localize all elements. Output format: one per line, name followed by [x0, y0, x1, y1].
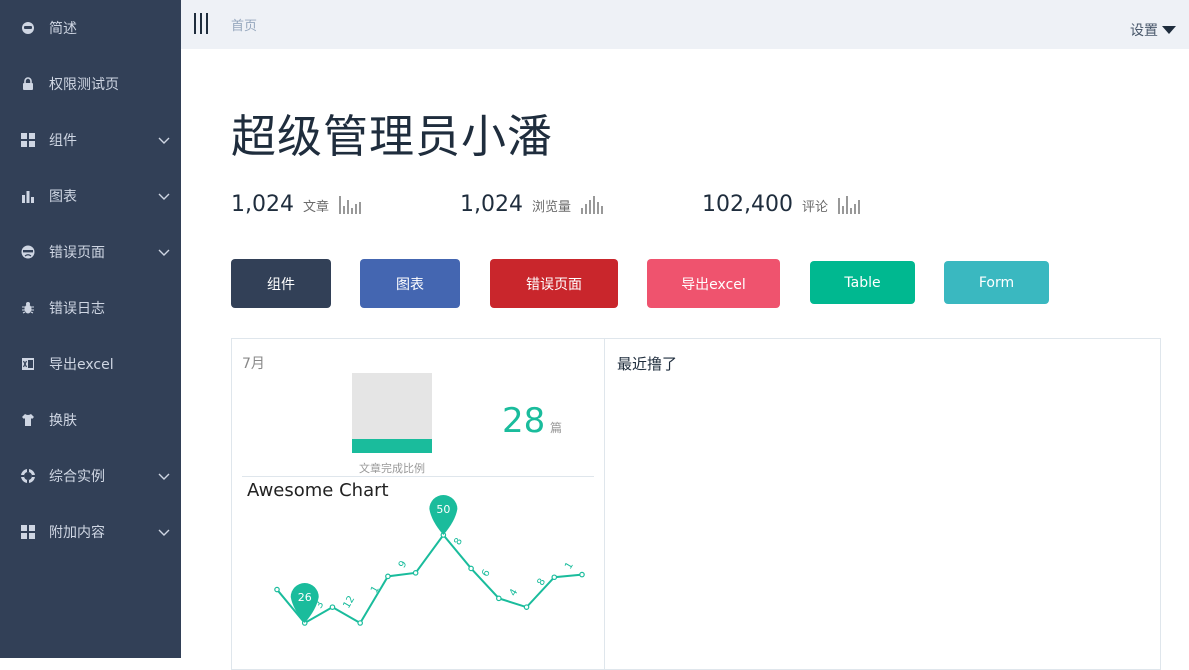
max-marker: 50: [429, 495, 458, 535]
hamburger-menu-icon[interactable]: [193, 13, 211, 35]
mini-bar-chart-icon: [581, 196, 603, 214]
sidebar-item-overview[interactable]: 简述: [0, 0, 181, 56]
sidebar-item-label: 综合实例: [49, 469, 105, 485]
completion-progress: [352, 373, 432, 453]
data-label: 1: [369, 584, 382, 595]
lifebuoy-icon: [21, 469, 35, 483]
mini-bar-chart-icon: [339, 196, 361, 214]
button-label: 组件: [267, 276, 295, 293]
chevron-down-icon: [158, 249, 170, 256]
data-point: [496, 595, 502, 602]
data-point: [357, 620, 363, 626]
recent-title: 最近撸了: [617, 355, 678, 373]
table-button[interactable]: Table: [810, 261, 915, 304]
sidebar-item-examples[interactable]: 综合实例: [0, 448, 181, 504]
completion-progress-fill: [352, 438, 432, 453]
recent-panel: 最近撸了: [604, 338, 1161, 670]
button-label: 图表: [396, 276, 424, 293]
sidebar-item-charts[interactable]: 图表: [0, 168, 181, 224]
data-point: [412, 570, 419, 576]
data-point: [579, 571, 585, 578]
data-label: 6: [480, 568, 493, 579]
bug-icon: [21, 301, 35, 315]
chevron-down-icon: [158, 529, 170, 536]
sidebar-item-error-pages[interactable]: 错误页面: [0, 224, 181, 280]
chevron-down-icon: [158, 137, 170, 144]
marker-label: 26: [298, 591, 312, 604]
data-point: [329, 604, 336, 610]
data-label: 1: [563, 560, 576, 571]
divider: [242, 476, 594, 477]
stat-views: 1,024 浏览量: [460, 192, 603, 217]
sidebar: 简述 权限测试页 组件 图表 错误页面 错误日志 导出excel 换肤 综合实例…: [0, 0, 181, 658]
components-button[interactable]: 组件: [231, 259, 331, 308]
stat-label: 评论: [801, 200, 828, 215]
completion-caption: 文章完成比例: [359, 462, 425, 475]
marker-label: 50: [436, 503, 450, 516]
lock-icon: [21, 77, 35, 91]
error-pages-button[interactable]: 错误页面: [490, 259, 618, 308]
sidebar-item-components[interactable]: 组件: [0, 112, 181, 168]
stat-value: 1,024: [231, 192, 294, 217]
sidebar-item-permission[interactable]: 权限测试页: [0, 56, 181, 112]
grid-icon: [21, 133, 35, 147]
sidebar-item-label: 权限测试页: [49, 77, 119, 93]
button-label: Table: [844, 274, 881, 291]
data-point: [523, 604, 530, 610]
sidebar-item-label: 错误日志: [49, 301, 105, 317]
stat-comments: 102,400 评论: [702, 192, 860, 217]
article-count: 28: [502, 401, 546, 441]
button-label: 导出excel: [681, 276, 746, 293]
summary-panel: 7月 文章完成比例 28 篇 Awesome Chart 26 3 12 1 9 50 8 6…: [231, 338, 605, 670]
sidebar-item-label: 简述: [49, 21, 77, 37]
face-icon: [21, 21, 35, 35]
shirt-icon: [21, 413, 35, 427]
sidebar-item-export-excel[interactable]: 导出excel: [0, 336, 181, 392]
excel-icon: [21, 357, 35, 371]
data-point: [468, 565, 474, 572]
sidebar-item-label: 导出excel: [49, 357, 114, 373]
bar-chart-icon: [21, 189, 35, 203]
sidebar-item-label: 附加内容: [49, 525, 105, 541]
data-label: 4: [508, 587, 521, 598]
form-button[interactable]: Form: [944, 261, 1049, 304]
line-chart: 263 12195086481: [274, 495, 585, 626]
caret-down-icon: [1162, 26, 1176, 34]
sidebar-item-label: 换肤: [49, 413, 77, 429]
grid-icon: [21, 525, 35, 539]
sidebar-item-label: 组件: [49, 133, 77, 149]
stat-label: 文章: [302, 200, 329, 215]
sidebar-item-extras[interactable]: 附加内容: [0, 504, 181, 560]
breadcrumb[interactable]: 首页: [231, 15, 257, 34]
button-label: Form: [978, 274, 1015, 291]
stat-value: 102,400: [702, 192, 793, 217]
top-bar: 首页 设置: [181, 0, 1189, 49]
sidebar-item-theme[interactable]: 换肤: [0, 392, 181, 448]
sidebar-item-error-log[interactable]: 错误日志: [0, 280, 181, 336]
sidebar-item-label: 错误页面: [49, 245, 105, 261]
data-label: 3: [314, 600, 327, 611]
data-label: 8: [452, 536, 465, 547]
settings-dropdown[interactable]: 设置: [1130, 20, 1176, 40]
page-title: 超级管理员小潘: [231, 110, 554, 163]
mini-bar-chart-icon: [838, 196, 860, 214]
sidebar-item-label: 图表: [49, 189, 77, 205]
sad-face-icon: [21, 245, 35, 259]
chevron-down-icon: [158, 473, 170, 480]
stat-articles: 1,024 文章: [231, 192, 361, 217]
chevron-down-icon: [158, 193, 170, 200]
data-point: [274, 586, 280, 593]
stat-value: 1,024: [460, 192, 523, 217]
month-label: 7月: [242, 356, 265, 372]
charts-button[interactable]: 图表: [360, 259, 460, 308]
data-point: [385, 573, 391, 580]
stat-label: 浏览量: [531, 200, 571, 215]
article-count-unit: 篇: [550, 421, 563, 435]
data-label: 9: [397, 559, 410, 570]
settings-label: 设置: [1130, 23, 1158, 39]
export-excel-button[interactable]: 导出excel: [647, 259, 780, 308]
data-point: [551, 574, 558, 581]
button-label: 错误页面: [526, 276, 582, 293]
data-label: 12: [341, 594, 357, 611]
